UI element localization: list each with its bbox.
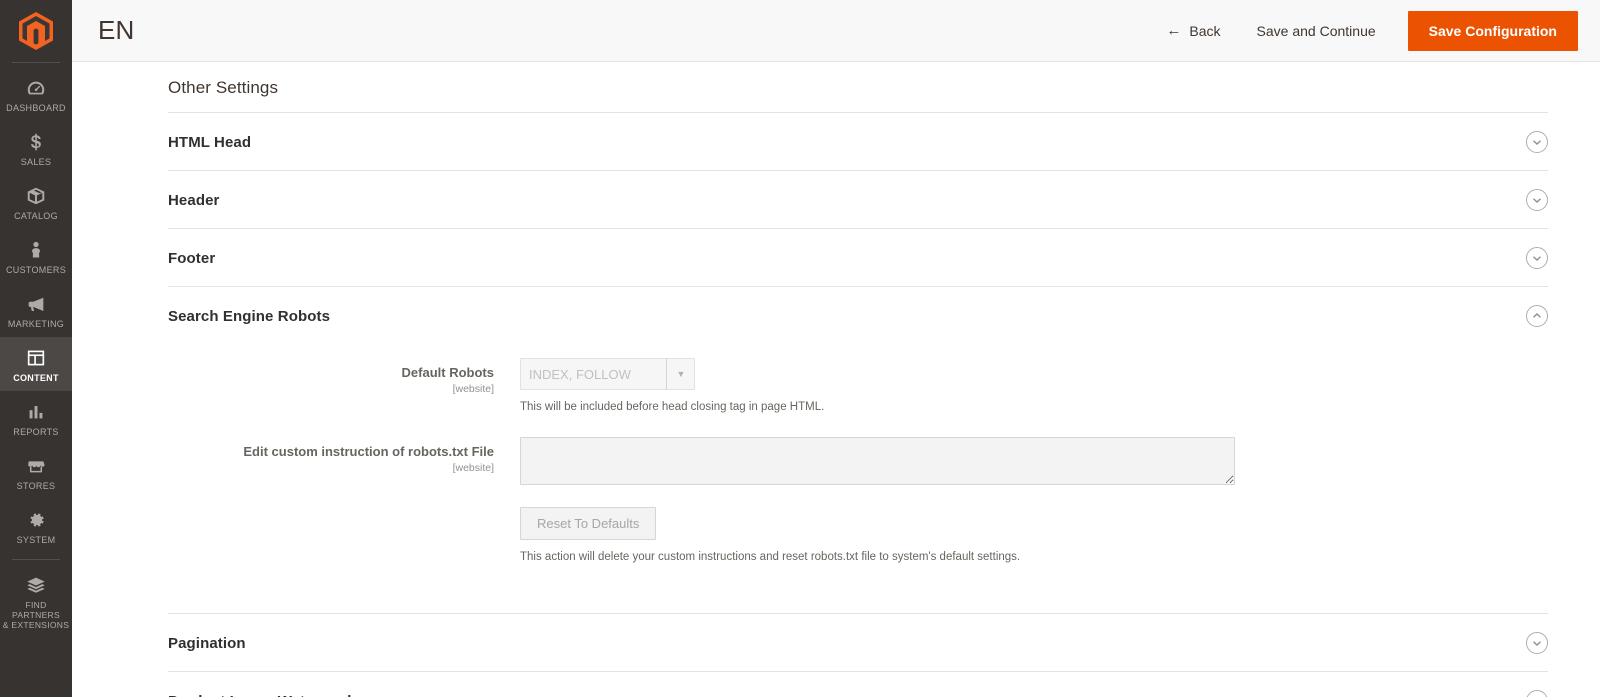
chevron-down-circle-icon[interactable] (1526, 131, 1548, 153)
reset-to-defaults-note: This action will delete your custom inst… (520, 551, 1021, 563)
field-reset-to-defaults: Reset To Defaults This action will delet… (168, 507, 1548, 565)
sidebar-item-label: Catalog (14, 211, 58, 221)
sidebar-item-stores[interactable]: Stores (0, 445, 72, 499)
field-scope-text: [website] (452, 462, 494, 474)
bar-chart-icon (25, 400, 47, 424)
sidebar-item-label: System (16, 535, 56, 545)
reset-to-defaults-button[interactable]: Reset To Defaults (520, 507, 657, 540)
section-pagination: Pagination (168, 613, 1548, 671)
config-body: Other Settings HTML Head Header Footer S… (72, 62, 1600, 697)
page-header: EN ← Back Save and Continue Save Configu… (72, 0, 1600, 62)
section-title: Pagination (168, 634, 246, 652)
field-custom-robots-instruction: Edit custom instruction of robots.txt Fi… (168, 437, 1548, 485)
save-and-continue-button[interactable]: Save and Continue (1239, 14, 1394, 48)
arrow-left-icon: ← (1166, 22, 1182, 39)
default-robots-select-wrap: INDEX, FOLLOW ▼ (520, 358, 695, 390)
custom-robots-control (520, 437, 1548, 485)
sidebar-item-system[interactable]: System (0, 499, 72, 553)
sidebar-item-catalog[interactable]: Catalog (0, 175, 72, 229)
sidebar-item-label: Reports (13, 427, 59, 437)
section-title: Footer (168, 249, 216, 267)
sidebar-item-label: Sales (20, 157, 52, 167)
sidebar-divider-top (12, 62, 60, 63)
section-search-engine-robots-header[interactable]: Search Engine Robots (168, 287, 1548, 344)
sidebar-item-label: Marketing (7, 319, 65, 329)
custom-robots-label: Edit custom instruction of robots.txt Fi… (168, 437, 520, 475)
default-robots-note: This will be included before head closin… (520, 401, 825, 413)
dollar-icon (25, 130, 47, 154)
chevron-down-circle-icon[interactable] (1526, 189, 1548, 211)
storefront-icon (25, 454, 47, 478)
section-html-head-header[interactable]: HTML Head (168, 113, 1548, 170)
main-sidebar: Dashboard Sales Catalog Customers (0, 0, 72, 697)
main-content: EN ← Back Save and Continue Save Configu… (72, 0, 1600, 697)
section-product-image-watermarks-header[interactable]: Product Image Watermarks (168, 672, 1548, 697)
save-configuration-button[interactable]: Save Configuration (1407, 10, 1578, 51)
chevron-down-circle-icon[interactable] (1526, 632, 1548, 654)
section-title: Search Engine Robots (168, 307, 331, 325)
sidebar-item-label: Stores (16, 481, 56, 491)
section-footer: Footer (168, 228, 1548, 286)
section-title: HTML Head (168, 133, 252, 151)
field-label-text: Default Robots (401, 365, 494, 380)
sidebar-item-label: Customers (5, 265, 67, 275)
sidebar-divider-bottom (12, 559, 60, 560)
sidebar-item-dashboard[interactable]: Dashboard (0, 67, 72, 121)
section-footer-header[interactable]: Footer (168, 229, 1548, 286)
section-product-image-watermarks: Product Image Watermarks (168, 671, 1548, 697)
section-pagination-header[interactable]: Pagination (168, 614, 1548, 671)
sidebar-item-marketing[interactable]: Marketing (0, 283, 72, 337)
section-header-header[interactable]: Header (168, 171, 1548, 228)
section-title: Product Image Watermarks (168, 693, 364, 697)
field-default-robots: Default Robots [website] INDEX, FOLLOW ▼… (168, 358, 1548, 415)
header-actions: ← Back Save and Continue Save Configurat… (1148, 10, 1578, 51)
box-icon (25, 184, 47, 208)
gear-icon (25, 508, 47, 532)
section-html-head: HTML Head (168, 112, 1548, 170)
dashboard-icon (25, 76, 47, 100)
save-and-continue-label: Save and Continue (1256, 22, 1376, 39)
section-search-engine-robots: Search Engine Robots Default Robots [web… (168, 286, 1548, 613)
field-scope-text: [website] (452, 383, 494, 395)
default-robots-control: INDEX, FOLLOW ▼ This will be included be… (520, 358, 1548, 415)
back-button-label: Back (1189, 22, 1221, 39)
layout-icon (25, 346, 47, 370)
reset-spacer (168, 507, 520, 514)
page-title: EN (98, 15, 135, 45)
magento-logo-icon (19, 12, 53, 50)
reset-control: Reset To Defaults This action will delet… (520, 507, 1548, 565)
section-header: Header (168, 170, 1548, 228)
person-icon (25, 238, 47, 262)
sidebar-item-sales[interactable]: Sales (0, 121, 72, 175)
default-robots-select[interactable]: INDEX, FOLLOW (520, 358, 695, 390)
sidebar-item-reports[interactable]: Reports (0, 391, 72, 445)
section-title: Header (168, 191, 220, 209)
sidebar-item-label: Dashboard (6, 103, 66, 113)
sidebar-item-label: Content (13, 373, 59, 383)
megaphone-icon (25, 292, 47, 316)
custom-robots-textarea[interactable] (520, 437, 1235, 485)
sidebar-item-find-partners[interactable]: Find Partners & Extensions (0, 564, 72, 637)
back-button[interactable]: ← Back (1148, 14, 1238, 48)
field-label-text: Edit custom instruction of robots.txt Fi… (243, 444, 494, 459)
magento-logo[interactable] (0, 0, 72, 62)
chevron-down-circle-icon[interactable] (1526, 247, 1548, 269)
partners-box-icon (25, 573, 47, 597)
default-robots-label: Default Robots [website] (168, 358, 520, 396)
search-engine-robots-body: Default Robots [website] INDEX, FOLLOW ▼… (168, 344, 1548, 613)
chevron-up-circle-icon[interactable] (1526, 305, 1548, 327)
sidebar-item-label: Find Partners & Extensions (2, 600, 70, 630)
chevron-down-circle-icon[interactable] (1526, 690, 1548, 697)
sidebar-item-content[interactable]: Content (0, 337, 72, 391)
sidebar-item-customers[interactable]: Customers (0, 229, 72, 283)
other-settings-heading: Other Settings (168, 78, 279, 97)
admin-page: Dashboard Sales Catalog Customers (0, 0, 1600, 697)
